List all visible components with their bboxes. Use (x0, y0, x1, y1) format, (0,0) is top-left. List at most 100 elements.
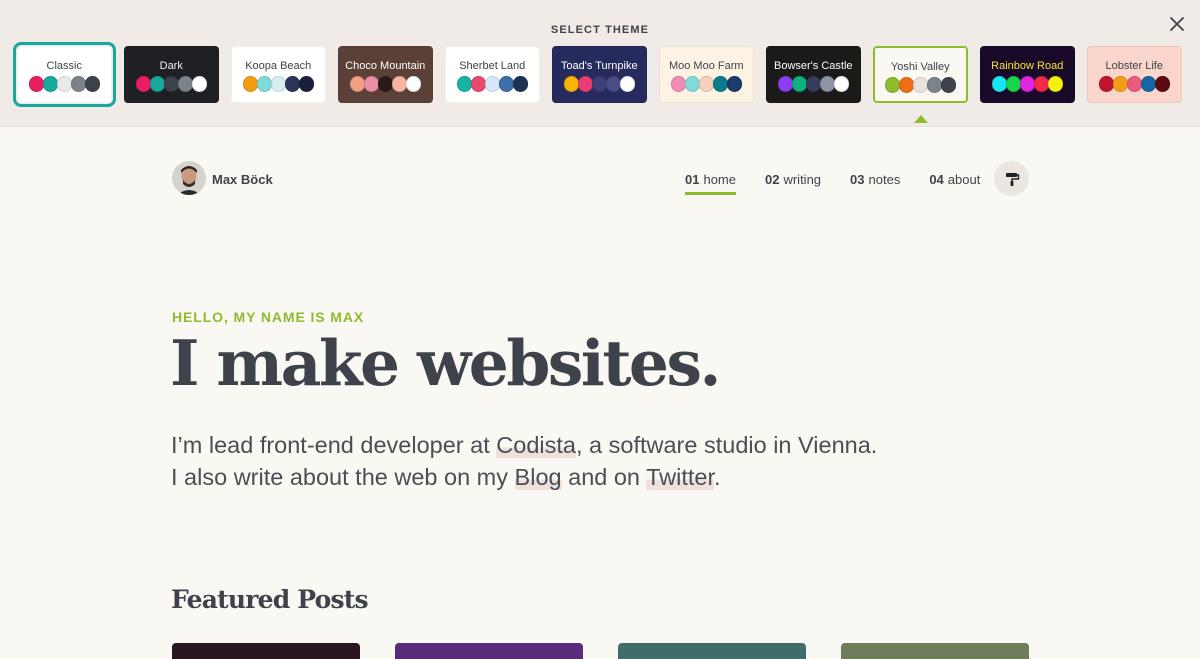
theme-swatches (563, 76, 635, 92)
nav-item-about[interactable]: 04 about (929, 172, 980, 187)
nav-number: 01 (685, 172, 700, 187)
nav-item-home[interactable]: 01 home (685, 172, 736, 195)
site-name[interactable]: Max Böck (212, 172, 273, 187)
color-swatch (191, 76, 207, 92)
theme-option-label: Dark (159, 60, 183, 72)
intro-text: I’m lead front-end developer at (171, 432, 497, 458)
color-swatch (777, 76, 793, 92)
theme-option[interactable]: Toad's Turnpike (552, 46, 647, 103)
color-swatch (284, 76, 300, 92)
color-swatch (242, 76, 258, 92)
intro-text: and on (561, 464, 647, 490)
intro-text: I also write about the web on my (171, 464, 515, 490)
color-swatch (698, 76, 714, 92)
theme-option[interactable]: Sherbet Land (445, 46, 540, 103)
color-swatch (256, 76, 272, 92)
color-swatch (1140, 76, 1156, 92)
close-icon[interactable] (1165, 12, 1189, 36)
theme-list: Classic Dark Koopa Beach Choco Mountain Sher… (13, 42, 1182, 107)
color-swatch (28, 76, 44, 92)
color-swatch (1098, 76, 1114, 92)
color-swatch (712, 76, 728, 92)
color-swatch (926, 77, 942, 93)
featured-post-card[interactable] (172, 643, 360, 659)
theme-option[interactable]: Dark (124, 46, 219, 103)
theme-option[interactable]: Rainbow Road (980, 46, 1075, 103)
theme-option[interactable]: Bowser's Castle (766, 46, 861, 103)
nav-number: 04 (929, 172, 944, 187)
nav-item-notes[interactable]: 03 notes (850, 172, 900, 187)
theme-picker: SELECT THEME Classic Dark Koopa Beach Choco… (0, 0, 1200, 127)
color-swatch (270, 76, 286, 92)
color-swatch (512, 76, 528, 92)
nav-label: writing (783, 172, 822, 187)
featured-post-card[interactable] (395, 643, 583, 659)
color-swatch (563, 76, 579, 92)
theme-option[interactable]: Classic (13, 42, 116, 107)
theme-option-label: Yoshi Valley (890, 61, 950, 73)
color-swatch (84, 76, 100, 92)
color-swatch (605, 76, 621, 92)
color-swatch (1047, 76, 1063, 92)
theme-option-label: Bowser's Castle (773, 60, 853, 72)
twitter-link[interactable]: Twitter (646, 464, 715, 490)
theme-option[interactable]: Choco Mountain (338, 46, 433, 103)
theme-swatches (991, 76, 1063, 92)
color-swatch (498, 76, 514, 92)
theme-option[interactable]: Koopa Beach (231, 46, 326, 103)
color-swatch (484, 76, 500, 92)
theme-swatches (135, 76, 207, 92)
color-swatch (298, 76, 314, 92)
color-swatch (726, 76, 742, 92)
color-swatch (1019, 76, 1035, 92)
theme-picker-heading: SELECT THEME (550, 24, 650, 36)
color-swatch (363, 76, 379, 92)
color-swatch (1005, 76, 1021, 92)
theme-option-label: Classic (46, 60, 82, 72)
color-swatch (377, 76, 393, 92)
theme-option-label: Toad's Turnpike (560, 60, 638, 72)
blog-link[interactable]: Blog (514, 464, 562, 490)
theme-option-label: Sherbet Land (459, 60, 526, 72)
color-swatch (991, 76, 1007, 92)
color-swatch (912, 77, 928, 93)
color-swatch (177, 76, 193, 92)
color-swatch (884, 77, 900, 93)
color-swatch (591, 76, 607, 92)
main-nav: 01 home 02 writing 03 notes 04 about (685, 172, 980, 195)
hero-intro: I’m lead front-end developer at Codista,… (171, 429, 891, 493)
theme-swatches (242, 76, 314, 92)
color-swatch (1154, 76, 1170, 92)
theme-toggle-button[interactable] (994, 161, 1029, 196)
theme-swatches (884, 77, 956, 93)
theme-option[interactable]: Yoshi Valley (873, 46, 968, 103)
nav-number: 03 (850, 172, 865, 187)
intro-text: , a software studio in Vienna. (575, 432, 878, 458)
color-swatch (42, 76, 58, 92)
color-swatch (684, 76, 700, 92)
color-swatch (70, 76, 86, 92)
color-swatch (819, 76, 835, 92)
nav-number: 02 (765, 172, 780, 187)
featured-post-card[interactable] (841, 643, 1029, 659)
nav-label: home (703, 172, 736, 187)
color-swatch (135, 76, 151, 92)
color-swatch (405, 76, 421, 92)
color-swatch (670, 76, 686, 92)
theme-option[interactable]: Lobster Life (1087, 46, 1182, 103)
color-swatch (577, 76, 593, 92)
color-swatch (805, 76, 821, 92)
nav-item-writing[interactable]: 02 writing (765, 172, 821, 187)
theme-swatches (349, 76, 421, 92)
color-swatch (456, 76, 472, 92)
color-swatch (1126, 76, 1142, 92)
theme-swatches (777, 76, 849, 92)
theme-option-label: Choco Mountain (345, 60, 426, 72)
codista-link[interactable]: Codista (496, 432, 576, 458)
color-swatch (470, 76, 486, 92)
theme-option[interactable]: Moo Moo Farm (659, 46, 754, 103)
featured-post-card[interactable] (618, 643, 806, 659)
theme-option-label: Moo Moo Farm (668, 60, 744, 72)
color-swatch (1112, 76, 1128, 92)
avatar[interactable] (172, 161, 206, 195)
